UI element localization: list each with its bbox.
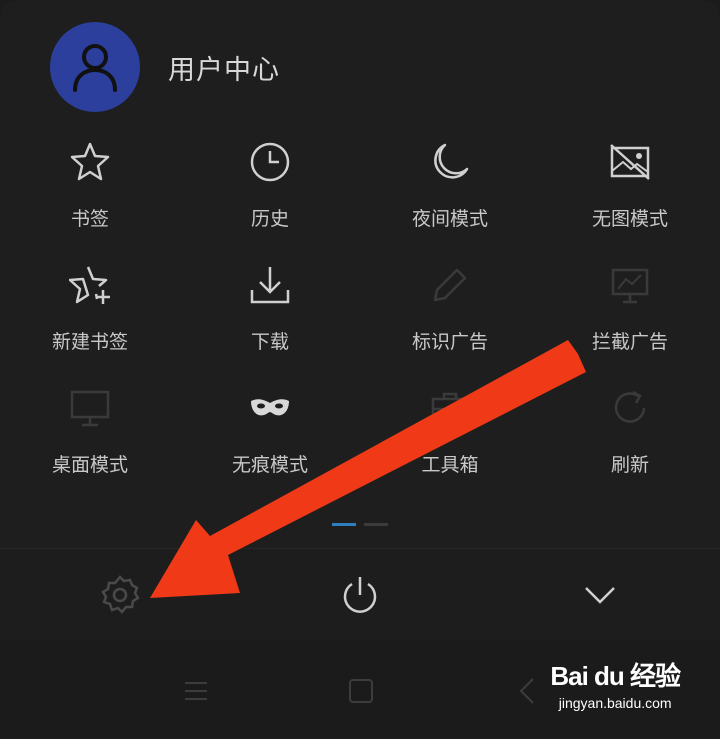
menu-item-block-ads[interactable]: 拦截广告: [540, 261, 720, 384]
menu-item-label: 无痕模式: [231, 454, 308, 476]
menu-bottom-bar: [0, 548, 720, 641]
download-icon: [248, 263, 292, 307]
hamburger-icon: [185, 682, 207, 700]
watermark-logo: Bai du 经验: [550, 661, 681, 691]
menu-item-label: 夜间模式: [411, 208, 488, 230]
menu-item-history[interactable]: 历史: [180, 138, 360, 261]
refresh-icon: [608, 386, 652, 430]
menu-item-incognito-mode[interactable]: 无痕模式: [180, 384, 360, 507]
user-center-label: 用户中心: [168, 54, 280, 86]
menu-item-new-bookmark[interactable]: 新建书签: [0, 261, 180, 384]
square-icon: [349, 679, 373, 703]
user-icon: [73, 44, 117, 92]
menu-item-refresh[interactable]: 刷新: [540, 384, 720, 507]
menu-item-label: 工具箱: [421, 454, 479, 476]
power-icon: [343, 577, 377, 613]
collapse-button[interactable]: [576, 571, 624, 619]
menu-item-label: 历史: [250, 208, 289, 230]
menu-item-mark-ads[interactable]: 标识广告: [360, 261, 540, 384]
gear-icon: [101, 575, 140, 614]
moon-icon: [428, 140, 472, 184]
back-icon: [519, 678, 534, 704]
menu-nav-button[interactable]: [181, 676, 211, 706]
menu-item-label: 新建书签: [51, 331, 128, 353]
menu-item-label: 无图模式: [591, 208, 668, 230]
back-nav-button[interactable]: [512, 676, 542, 706]
menu-item-label: 标识广告: [411, 331, 488, 353]
menu-item-label: 刷新: [610, 454, 649, 476]
star-plus-icon: [68, 263, 112, 307]
page-dot: [364, 523, 388, 526]
page-indicator: [332, 523, 388, 526]
home-nav-button[interactable]: [346, 676, 376, 706]
menu-item-no-image-mode[interactable]: 无图模式: [540, 138, 720, 261]
user-center[interactable]: 用户中心: [50, 22, 280, 112]
mask-icon: [248, 386, 292, 430]
watermark-url: jingyan.baidu.com: [558, 695, 672, 711]
monitor-icon: [68, 386, 112, 430]
menu-item-download[interactable]: 下载: [180, 261, 360, 384]
menu-item-label: 下载: [250, 331, 289, 353]
menu-item-toolbox[interactable]: 工具箱: [360, 384, 540, 507]
menu-panel: 用户中心 书签 历史 夜间模式 无图模式 新建书签 下载 标识广告 拦截广告 桌…: [0, 0, 720, 641]
settings-button[interactable]: [96, 571, 144, 619]
menu-grid: 书签 历史 夜间模式 无图模式 新建书签 下载 标识广告 拦截广告 桌面模式 无…: [0, 138, 720, 507]
menu-item-desktop-mode[interactable]: 桌面模式: [0, 384, 180, 507]
menu-item-label: 书签: [70, 208, 109, 230]
star-icon: [68, 140, 112, 184]
blocked-monitor-icon: [608, 263, 652, 307]
avatar[interactable]: [50, 22, 140, 112]
no-image-icon: [608, 140, 652, 184]
toolbox-icon: [428, 386, 472, 430]
exit-button[interactable]: [336, 571, 384, 619]
watermark: Bai du 经验 jingyan.baidu.com: [550, 656, 681, 711]
menu-item-night-mode[interactable]: 夜间模式: [360, 138, 540, 261]
pencil-icon: [428, 263, 472, 307]
clock-icon: [248, 140, 292, 184]
chevron-down-icon: [585, 587, 615, 604]
menu-item-label: 拦截广告: [591, 331, 668, 353]
page-dot-active: [332, 523, 356, 526]
menu-item-bookmarks[interactable]: 书签: [0, 138, 180, 261]
menu-item-label: 桌面模式: [51, 454, 128, 476]
